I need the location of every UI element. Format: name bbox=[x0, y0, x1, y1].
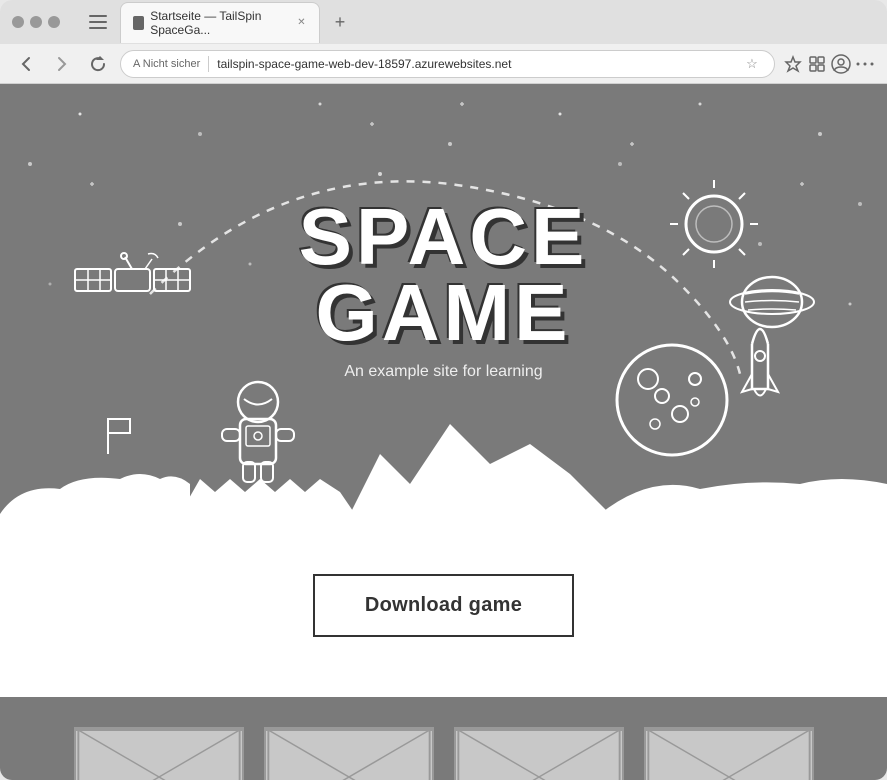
address-actions: ☆ bbox=[742, 54, 762, 74]
address-url: tailspin-space-game-web-dev-18597.azurew… bbox=[217, 57, 734, 71]
download-game-button[interactable]: Download game bbox=[313, 574, 574, 637]
traffic-light-maximize[interactable] bbox=[48, 16, 60, 28]
cards-section bbox=[0, 697, 887, 780]
traffic-lights bbox=[12, 16, 60, 28]
reload-button[interactable] bbox=[84, 50, 112, 78]
traffic-light-close[interactable] bbox=[12, 16, 24, 28]
placeholder-card-3 bbox=[454, 727, 624, 780]
browser-window: Startseite — TailSpin SpaceGa... ✕ + A N… bbox=[0, 0, 887, 780]
download-section: Download game bbox=[0, 514, 887, 697]
placeholder-card-4-svg bbox=[646, 729, 812, 780]
hero-section: SPACE GAME An example site for learning bbox=[0, 84, 887, 514]
nav-extra bbox=[783, 54, 875, 74]
address-bar[interactable]: A Nicht sicher tailspin-space-game-web-d… bbox=[120, 50, 775, 78]
collections-icon[interactable] bbox=[807, 54, 827, 74]
placeholder-card-4 bbox=[644, 727, 814, 780]
more-menu-icon[interactable] bbox=[855, 54, 875, 74]
title-bar: Startseite — TailSpin SpaceGa... ✕ + bbox=[0, 0, 887, 44]
address-separator bbox=[208, 56, 209, 72]
new-tab-button[interactable]: + bbox=[328, 10, 352, 34]
security-label: A Nicht sicher bbox=[133, 58, 200, 70]
hero-subtitle: An example site for learning bbox=[299, 363, 589, 381]
forward-button[interactable] bbox=[48, 50, 76, 78]
tab-title: Startseite — TailSpin SpaceGa... bbox=[150, 9, 290, 37]
traffic-light-minimize[interactable] bbox=[30, 16, 42, 28]
nav-bar: A Nicht sicher tailspin-space-game-web-d… bbox=[0, 44, 887, 84]
page-content: SPACE GAME An example site for learning … bbox=[0, 84, 887, 780]
game-title: SPACE GAME bbox=[299, 199, 589, 351]
profile-icon[interactable] bbox=[831, 54, 851, 74]
placeholder-card-1 bbox=[74, 727, 244, 780]
bookmark-star-icon[interactable]: ☆ bbox=[742, 54, 762, 74]
active-tab[interactable]: Startseite — TailSpin SpaceGa... ✕ bbox=[120, 2, 320, 43]
placeholder-card-1-svg bbox=[76, 729, 242, 780]
back-button[interactable] bbox=[12, 50, 40, 78]
hero-title-block: SPACE GAME An example site for learning bbox=[299, 199, 589, 381]
placeholder-card-2 bbox=[264, 727, 434, 780]
placeholder-card-2-svg bbox=[266, 729, 432, 780]
tab-close-button[interactable]: ✕ bbox=[296, 16, 307, 30]
placeholder-card-3-svg bbox=[456, 729, 622, 780]
sidebar-toggle-icon[interactable] bbox=[84, 8, 112, 36]
favorites-icon[interactable] bbox=[783, 54, 803, 74]
tab-favicon bbox=[133, 16, 144, 30]
tab-bar: Startseite — TailSpin SpaceGa... ✕ + bbox=[84, 2, 875, 43]
